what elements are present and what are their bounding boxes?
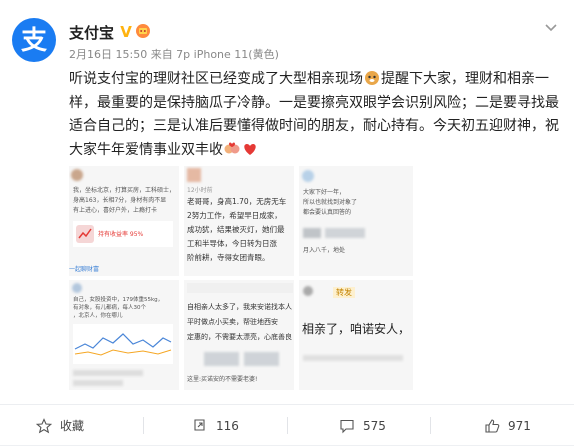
- weibo-post-card: 支 支付宝 V 2月16日 15:50 来自 7p iPhone 11(黄色) …: [0, 0, 574, 445]
- chevron-down-icon[interactable]: [544, 20, 558, 34]
- alipay-logo-icon: 支: [21, 26, 47, 55]
- thumb-line: 12小时前: [187, 187, 213, 194]
- favorite-button[interactable]: 收藏: [36, 405, 84, 446]
- post-image[interactable]: 自相亲人太多了，我来安诺找本人 平时做点小买卖，帮驻地西安 定惠的，不需要太漂亮…: [184, 280, 294, 390]
- post-image[interactable]: 转发 相亲了，咱诺安人，: [299, 280, 413, 390]
- avatar[interactable]: 支: [12, 18, 56, 62]
- post-action-bar: 收藏 116 575 971: [0, 404, 574, 446]
- comment-button[interactable]: 575: [339, 405, 386, 446]
- thumb-line: 有上进心，喜好户外，上瘾打卡: [73, 207, 158, 214]
- star-icon: [36, 417, 52, 433]
- svg-text:支: 支: [21, 26, 47, 55]
- favorite-label: 收藏: [60, 419, 85, 433]
- couple-emoji-icon: [224, 142, 240, 153]
- thumb-line: 阶前耕，寺得女团青眼。: [187, 253, 270, 262]
- post-image[interactable]: 我，坐标北京，打算买房，工科硕士， 身高163，长相7分，身材有肉不显 有上进心…: [69, 166, 179, 276]
- action-divider: [430, 417, 431, 434]
- heart-emoji-icon: [244, 143, 256, 155]
- post-text-part-1: 听说支付宝的理财社区已经变成了大型相亲现场: [69, 71, 363, 87]
- verified-badge-icon: V: [120, 23, 132, 39]
- action-divider: [143, 417, 144, 434]
- thumb-line: ，北京人，你在哪儿: [73, 313, 123, 319]
- thumb-tag: 转发: [333, 287, 355, 298]
- thumb-line: 这里:买诺安的不需要老婆!: [187, 376, 258, 383]
- comment-count: 575: [363, 418, 386, 433]
- like-icon: [485, 418, 500, 433]
- post-text: 听说支付宝的理财社区已经变成了大型相亲现场 提醒下大家，理财和相亲一样，最重要的是…: [69, 68, 561, 162]
- thumb-line: 自相亲人太多了，我来安诺找本人: [187, 303, 292, 311]
- vip-badge-icon: [136, 24, 150, 38]
- thumb-line: 大家下好一年，: [303, 189, 346, 196]
- thumb-line: 成功犹，结果被灭灯，她们最: [187, 225, 285, 234]
- thumb-tag: 一起聊财富: [69, 266, 100, 273]
- thumb-line: 身高163，长相7分，身材有肉不显: [73, 197, 167, 204]
- line-chart-thumbnail: [73, 324, 173, 364]
- repost-count: 116: [216, 418, 239, 433]
- svg-text:V: V: [120, 23, 132, 39]
- thumb-line: 有对象，有儿都病，每人30个: [73, 305, 146, 311]
- thumb-line: 定惠的，不需要太漂亮，心底善良: [187, 333, 292, 341]
- thumb-line: 相亲了，咱诺安人，: [302, 322, 411, 336]
- repost-icon: [194, 418, 205, 431]
- chart-icon: [76, 225, 94, 243]
- username[interactable]: 支付宝: [69, 22, 114, 43]
- post-image[interactable]: 自己，女股投资中，179体重55kg， 有对象，有儿都病，每人30个 ，北京人，…: [69, 280, 179, 390]
- repost-button[interactable]: 116: [192, 405, 239, 446]
- thumb-line: 2努力工作，希望早日成家，: [187, 211, 282, 220]
- comment-icon: [340, 419, 354, 433]
- thumb-line: 自己，女股投资中，179体重55kg，: [73, 297, 164, 303]
- thumb-line: 平时做点小买卖，帮驻地西安: [187, 318, 278, 326]
- thumb-line: 我，坐标北京，打算买房，工科硕士，: [73, 187, 176, 194]
- thumb-line: 老哥哥，身高1.70，无房无车: [187, 197, 287, 206]
- thumb-line: 所以也就找到对象了: [303, 199, 358, 206]
- image-grid: 我，坐标北京，打算买房，工科硕士， 身高163，长相7分，身材有肉不显 有上进心…: [69, 166, 413, 390]
- thumb-badge: 持有收益率 95%: [98, 231, 144, 238]
- like-button[interactable]: 971: [484, 405, 531, 446]
- thumb-line: 月入八千，地处: [303, 247, 346, 254]
- action-divider: [287, 417, 288, 434]
- thumb-line: 工和半导体，今日转为日涨: [187, 239, 277, 248]
- like-count: 971: [508, 418, 531, 433]
- thumb-line: 都会要认真回答的: [303, 209, 352, 216]
- post-meta: 2月16日 15:50 来自 7p iPhone 11(黄色): [69, 48, 279, 61]
- post-image[interactable]: 12小时前 老哥哥，身高1.70，无房无车 2努力工作，希望早日成家， 成功犹，…: [184, 166, 294, 276]
- post-image[interactable]: 大家下好一年， 所以也就找到对象了 都会要认真回答的 月入八千，地处: [299, 166, 413, 276]
- doge-emoji-icon: [365, 71, 379, 85]
